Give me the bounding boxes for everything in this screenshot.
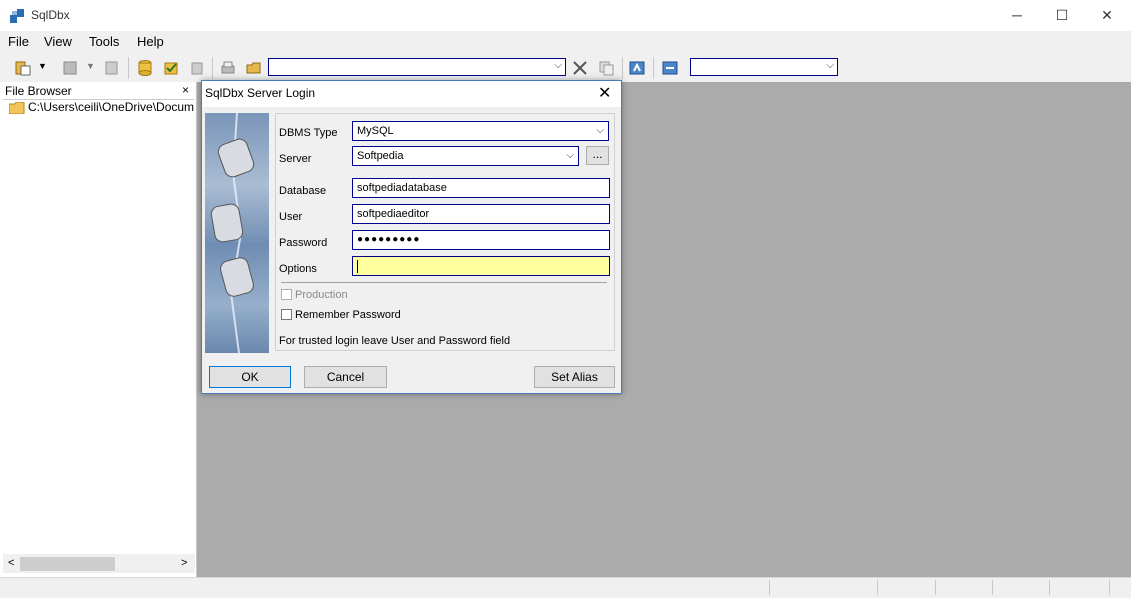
dbms-type-label: DBMS Type: [279, 127, 338, 139]
sync-icon[interactable]: [661, 59, 679, 77]
dialog-close-button[interactable]: ✕: [598, 83, 611, 103]
password-label: Password: [279, 237, 328, 249]
minimize-button[interactable]: ─: [994, 0, 1040, 31]
close-window-button[interactable]: ✕: [1084, 0, 1130, 31]
copy-icon[interactable]: [597, 59, 615, 77]
options-input[interactable]: [352, 256, 610, 276]
toolbar-combo-database[interactable]: ⌵: [268, 58, 566, 76]
dialog-title: SqlDbx Server Login: [205, 86, 316, 100]
status-bar: [0, 577, 1131, 598]
production-checkbox[interactable]: [281, 289, 292, 300]
set-alias-button[interactable]: Set Alias: [534, 366, 615, 388]
menu-bar: [0, 31, 1131, 53]
print-icon[interactable]: [219, 59, 237, 77]
menu-tools[interactable]: Tools: [89, 34, 119, 49]
app-icon: [10, 9, 24, 23]
refresh-icon[interactable]: [628, 59, 646, 77]
database-label: Database: [279, 185, 327, 197]
tools-icon[interactable]: [571, 59, 589, 77]
file-browser-title: File Browser: [5, 84, 72, 98]
export-icon[interactable]: [103, 59, 121, 77]
database-illustration-image: [205, 112, 269, 354]
save-dropdown-arrow-icon[interactable]: ▼: [86, 61, 95, 71]
connect-dropdown-arrow-icon[interactable]: ▼: [38, 61, 47, 71]
database-check-icon[interactable]: [162, 59, 180, 77]
ok-button[interactable]: OK: [209, 366, 291, 388]
menu-help[interactable]: Help: [137, 34, 164, 49]
text-cursor: [357, 259, 358, 273]
title-bar: [0, 0, 1131, 31]
server-combo[interactable]: Softpedia ⌵: [352, 146, 579, 166]
remember-password-label: Remember Password: [295, 309, 401, 321]
user-label: User: [279, 211, 303, 223]
trusted-login-hint: For trusted login leave User and Passwor…: [279, 335, 511, 347]
user-input[interactable]: softpediaeditor: [352, 204, 610, 224]
dbms-type-select[interactable]: MySQL ⌵: [352, 121, 609, 141]
database-icon[interactable]: [136, 59, 154, 77]
window-title: SqlDbx: [31, 8, 70, 22]
chevron-down-icon: ⌵: [566, 150, 574, 161]
database-input[interactable]: softpediadatabase: [352, 178, 610, 198]
production-label: Production: [295, 289, 348, 301]
open-folder-icon[interactable]: [245, 59, 263, 77]
options-label: Options: [279, 263, 317, 275]
maximize-button[interactable]: ☐: [1039, 0, 1085, 31]
remember-password-checkbox[interactable]: [281, 309, 292, 320]
scroll-left-button[interactable]: <: [8, 557, 14, 569]
scrollbar-thumb[interactable]: [20, 557, 115, 571]
chevron-down-icon: ⌵: [596, 125, 604, 136]
folder-icon: [9, 102, 25, 114]
menu-file[interactable]: File: [8, 34, 29, 49]
toolbar-combo-schema[interactable]: ⌵: [690, 58, 838, 76]
cancel-button[interactable]: Cancel: [304, 366, 387, 388]
scroll-right-button[interactable]: >: [181, 557, 187, 569]
file-browser-close-button[interactable]: ×: [182, 83, 189, 97]
database-disconnect-icon[interactable]: [188, 59, 206, 77]
chevron-down-icon: ⌵: [554, 60, 562, 71]
save-icon[interactable]: [62, 59, 80, 77]
menu-view[interactable]: View: [44, 34, 72, 49]
file-browser-panel: [0, 82, 197, 577]
password-input[interactable]: ●●●●●●●●●: [352, 230, 610, 250]
server-label: Server: [279, 153, 312, 165]
dialog-divider: [281, 282, 607, 283]
chevron-down-icon: ⌵: [826, 60, 834, 71]
file-browser-path-item[interactable]: C:\Users\ceili\OneDrive\Docum: [28, 100, 194, 114]
server-browse-button[interactable]: ...: [586, 146, 609, 165]
connect-icon[interactable]: [14, 59, 32, 77]
